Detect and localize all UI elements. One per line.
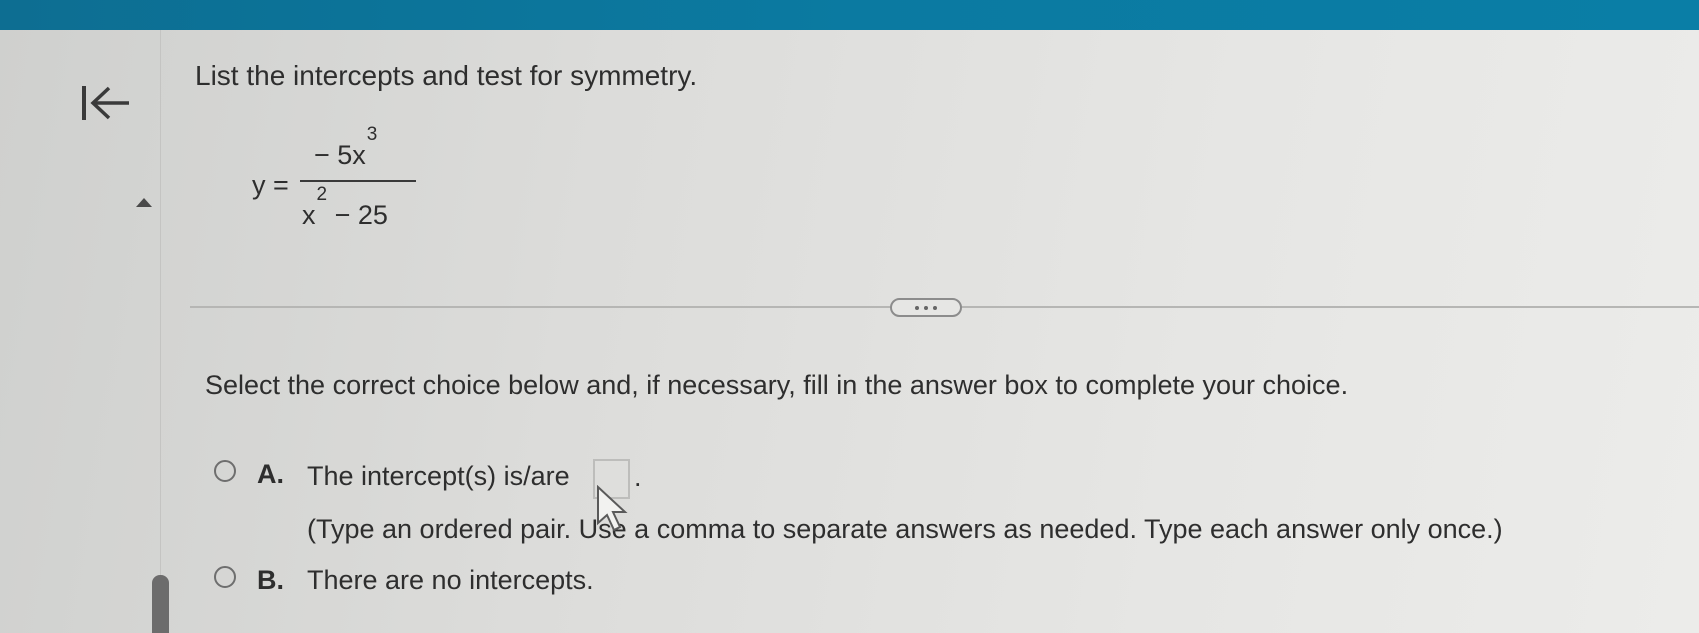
choice-b-letter: B. [257, 565, 284, 595]
dot-icon [915, 305, 919, 310]
choice-b-text: There are no intercepts. [307, 565, 594, 595]
choice-a-radio[interactable] [214, 460, 236, 482]
back-arrow-icon [82, 86, 129, 120]
equation-denominator: x2 − 25 [302, 184, 388, 230]
scroll-handle[interactable] [152, 575, 169, 633]
back-to-start-button[interactable] [78, 78, 136, 128]
caret-up-icon [136, 198, 152, 207]
mouse-pointer-icon [597, 485, 628, 532]
equation: y = − 5x3 x2 − 25 [252, 124, 612, 238]
fraction-bar [300, 180, 416, 182]
more-options-button[interactable] [890, 298, 962, 317]
choice-a-period: . [634, 462, 642, 492]
choice-a-letter: A. [257, 459, 284, 489]
choice-a-hint: (Type an ordered pair. Use a comma to se… [307, 514, 1503, 544]
collapse-toggle-button[interactable] [133, 194, 155, 210]
dot-icon [924, 305, 928, 310]
top-bar [0, 0, 1699, 30]
question-title: List the intercepts and test for symmetr… [195, 60, 698, 91]
choice-a-text: The intercept(s) is/are [307, 461, 570, 491]
dot-icon [933, 305, 937, 310]
equation-numerator: − 5x3 [314, 124, 378, 170]
equation-lhs: y = [252, 170, 289, 200]
choice-b-radio[interactable] [214, 566, 236, 588]
instruction-text: Select the correct choice below and, if … [205, 370, 1349, 400]
